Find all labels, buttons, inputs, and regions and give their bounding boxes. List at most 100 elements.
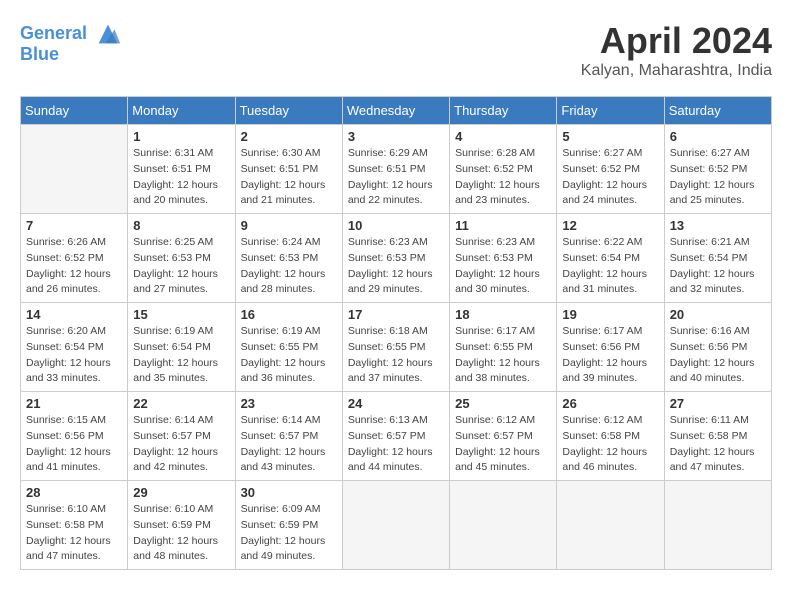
day-number: 12 (562, 218, 658, 233)
day-number: 20 (670, 307, 766, 322)
calendar-cell: 22 Sunrise: 6:14 AM Sunset: 6:57 PM Dayl… (128, 392, 235, 481)
logo: General Blue (20, 20, 122, 66)
calendar-cell: 9 Sunrise: 6:24 AM Sunset: 6:53 PM Dayli… (235, 214, 342, 303)
day-info: Sunrise: 6:22 AM Sunset: 6:54 PM Dayligh… (562, 235, 658, 298)
day-number: 7 (26, 218, 122, 233)
day-info: Sunrise: 6:12 AM Sunset: 6:58 PM Dayligh… (562, 413, 658, 476)
calendar-cell: 1 Sunrise: 6:31 AM Sunset: 6:51 PM Dayli… (128, 125, 235, 214)
day-number: 5 (562, 129, 658, 144)
calendar-cell: 26 Sunrise: 6:12 AM Sunset: 6:58 PM Dayl… (557, 392, 664, 481)
day-info: Sunrise: 6:12 AM Sunset: 6:57 PM Dayligh… (455, 413, 551, 476)
calendar-cell: 27 Sunrise: 6:11 AM Sunset: 6:58 PM Dayl… (664, 392, 771, 481)
day-info: Sunrise: 6:19 AM Sunset: 6:54 PM Dayligh… (133, 324, 229, 387)
day-info: Sunrise: 6:17 AM Sunset: 6:56 PM Dayligh… (562, 324, 658, 387)
calendar-cell: 5 Sunrise: 6:27 AM Sunset: 6:52 PM Dayli… (557, 125, 664, 214)
day-number: 28 (26, 485, 122, 500)
day-info: Sunrise: 6:13 AM Sunset: 6:57 PM Dayligh… (348, 413, 444, 476)
day-number: 19 (562, 307, 658, 322)
day-number: 27 (670, 396, 766, 411)
calendar-week-row: 14 Sunrise: 6:20 AM Sunset: 6:54 PM Dayl… (21, 303, 772, 392)
weekday-header: Thursday (450, 97, 557, 125)
day-number: 6 (670, 129, 766, 144)
calendar-cell: 17 Sunrise: 6:18 AM Sunset: 6:55 PM Dayl… (342, 303, 449, 392)
day-info: Sunrise: 6:16 AM Sunset: 6:56 PM Dayligh… (670, 324, 766, 387)
day-info: Sunrise: 6:24 AM Sunset: 6:53 PM Dayligh… (241, 235, 337, 298)
calendar-cell: 25 Sunrise: 6:12 AM Sunset: 6:57 PM Dayl… (450, 392, 557, 481)
calendar-cell (664, 481, 771, 570)
day-number: 16 (241, 307, 337, 322)
day-number: 23 (241, 396, 337, 411)
day-number: 18 (455, 307, 551, 322)
day-number: 17 (348, 307, 444, 322)
day-info: Sunrise: 6:09 AM Sunset: 6:59 PM Dayligh… (241, 502, 337, 565)
calendar-cell: 12 Sunrise: 6:22 AM Sunset: 6:54 PM Dayl… (557, 214, 664, 303)
day-info: Sunrise: 6:11 AM Sunset: 6:58 PM Dayligh… (670, 413, 766, 476)
day-number: 8 (133, 218, 229, 233)
day-info: Sunrise: 6:26 AM Sunset: 6:52 PM Dayligh… (26, 235, 122, 298)
calendar-cell: 13 Sunrise: 6:21 AM Sunset: 6:54 PM Dayl… (664, 214, 771, 303)
calendar-cell: 29 Sunrise: 6:10 AM Sunset: 6:59 PM Dayl… (128, 481, 235, 570)
weekday-header: Sunday (21, 97, 128, 125)
calendar-cell: 11 Sunrise: 6:23 AM Sunset: 6:53 PM Dayl… (450, 214, 557, 303)
weekday-header: Monday (128, 97, 235, 125)
day-number: 22 (133, 396, 229, 411)
calendar-cell: 6 Sunrise: 6:27 AM Sunset: 6:52 PM Dayli… (664, 125, 771, 214)
weekday-header: Friday (557, 97, 664, 125)
day-number: 10 (348, 218, 444, 233)
day-number: 15 (133, 307, 229, 322)
day-info: Sunrise: 6:19 AM Sunset: 6:55 PM Dayligh… (241, 324, 337, 387)
day-number: 3 (348, 129, 444, 144)
day-info: Sunrise: 6:27 AM Sunset: 6:52 PM Dayligh… (670, 146, 766, 209)
day-number: 2 (241, 129, 337, 144)
calendar-week-row: 21 Sunrise: 6:15 AM Sunset: 6:56 PM Dayl… (21, 392, 772, 481)
day-info: Sunrise: 6:31 AM Sunset: 6:51 PM Dayligh… (133, 146, 229, 209)
day-info: Sunrise: 6:18 AM Sunset: 6:55 PM Dayligh… (348, 324, 444, 387)
weekday-header: Saturday (664, 97, 771, 125)
day-info: Sunrise: 6:14 AM Sunset: 6:57 PM Dayligh… (133, 413, 229, 476)
day-number: 11 (455, 218, 551, 233)
day-number: 1 (133, 129, 229, 144)
day-info: Sunrise: 6:29 AM Sunset: 6:51 PM Dayligh… (348, 146, 444, 209)
calendar-header-row: SundayMondayTuesdayWednesdayThursdayFrid… (21, 97, 772, 125)
day-info: Sunrise: 6:14 AM Sunset: 6:57 PM Dayligh… (241, 413, 337, 476)
calendar-cell: 20 Sunrise: 6:16 AM Sunset: 6:56 PM Dayl… (664, 303, 771, 392)
day-number: 24 (348, 396, 444, 411)
calendar-cell: 2 Sunrise: 6:30 AM Sunset: 6:51 PM Dayli… (235, 125, 342, 214)
day-info: Sunrise: 6:20 AM Sunset: 6:54 PM Dayligh… (26, 324, 122, 387)
calendar-cell: 21 Sunrise: 6:15 AM Sunset: 6:56 PM Dayl… (21, 392, 128, 481)
location-title: Kalyan, Maharashtra, India (581, 62, 772, 80)
title-block: April 2024 Kalyan, Maharashtra, India (581, 20, 772, 80)
calendar-cell (342, 481, 449, 570)
page-header: General Blue April 2024 Kalyan, Maharash… (20, 20, 772, 80)
calendar-cell: 18 Sunrise: 6:17 AM Sunset: 6:55 PM Dayl… (450, 303, 557, 392)
calendar-cell: 7 Sunrise: 6:26 AM Sunset: 6:52 PM Dayli… (21, 214, 128, 303)
day-number: 29 (133, 485, 229, 500)
day-info: Sunrise: 6:15 AM Sunset: 6:56 PM Dayligh… (26, 413, 122, 476)
day-number: 13 (670, 218, 766, 233)
day-info: Sunrise: 6:10 AM Sunset: 6:59 PM Dayligh… (133, 502, 229, 565)
calendar-cell: 30 Sunrise: 6:09 AM Sunset: 6:59 PM Dayl… (235, 481, 342, 570)
day-number: 21 (26, 396, 122, 411)
day-number: 25 (455, 396, 551, 411)
day-number: 30 (241, 485, 337, 500)
calendar-cell: 4 Sunrise: 6:28 AM Sunset: 6:52 PM Dayli… (450, 125, 557, 214)
month-title: April 2024 (581, 20, 772, 62)
calendar-week-row: 28 Sunrise: 6:10 AM Sunset: 6:58 PM Dayl… (21, 481, 772, 570)
calendar-week-row: 7 Sunrise: 6:26 AM Sunset: 6:52 PM Dayli… (21, 214, 772, 303)
calendar-cell: 16 Sunrise: 6:19 AM Sunset: 6:55 PM Dayl… (235, 303, 342, 392)
day-info: Sunrise: 6:28 AM Sunset: 6:52 PM Dayligh… (455, 146, 551, 209)
logo-general: General (20, 23, 87, 43)
day-info: Sunrise: 6:10 AM Sunset: 6:58 PM Dayligh… (26, 502, 122, 565)
calendar-cell (450, 481, 557, 570)
calendar-week-row: 1 Sunrise: 6:31 AM Sunset: 6:51 PM Dayli… (21, 125, 772, 214)
day-number: 14 (26, 307, 122, 322)
weekday-header: Wednesday (342, 97, 449, 125)
day-info: Sunrise: 6:21 AM Sunset: 6:54 PM Dayligh… (670, 235, 766, 298)
day-info: Sunrise: 6:23 AM Sunset: 6:53 PM Dayligh… (348, 235, 444, 298)
calendar-cell: 10 Sunrise: 6:23 AM Sunset: 6:53 PM Dayl… (342, 214, 449, 303)
calendar-cell (21, 125, 128, 214)
day-number: 26 (562, 396, 658, 411)
calendar-cell: 3 Sunrise: 6:29 AM Sunset: 6:51 PM Dayli… (342, 125, 449, 214)
calendar-cell: 14 Sunrise: 6:20 AM Sunset: 6:54 PM Dayl… (21, 303, 128, 392)
calendar-cell: 15 Sunrise: 6:19 AM Sunset: 6:54 PM Dayl… (128, 303, 235, 392)
